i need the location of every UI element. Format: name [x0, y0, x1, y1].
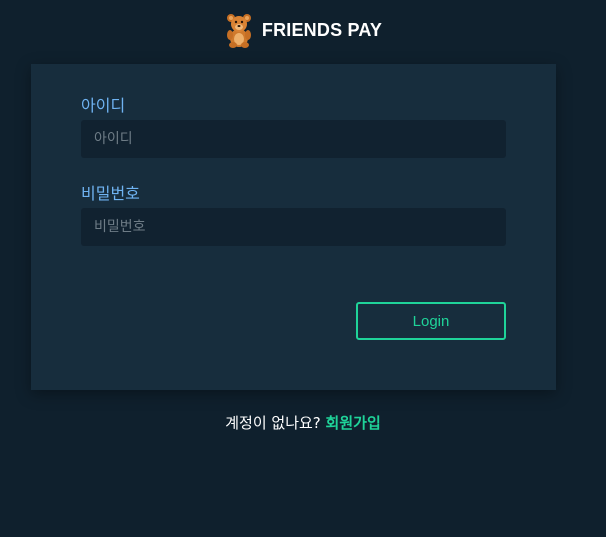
brand-name: FRIENDS PAY: [261, 19, 383, 40]
login-button[interactable]: Login: [356, 302, 506, 340]
signup-prompt: 계정이 없나요?: [225, 414, 321, 432]
password-label: 비밀번호: [81, 184, 140, 203]
login-card: 아이디 비밀번호 Login: [31, 64, 556, 390]
password-input[interactable]: [81, 208, 506, 246]
teddy-bear-icon: [226, 14, 251, 48]
brand-header: FRIENDS PAY: [0, 12, 606, 48]
signup-link[interactable]: 회원가입: [326, 414, 381, 432]
id-label: 아이디: [81, 96, 126, 115]
signup-row: 계정이 없나요? 회원가입: [0, 412, 606, 433]
id-input[interactable]: [81, 120, 506, 158]
